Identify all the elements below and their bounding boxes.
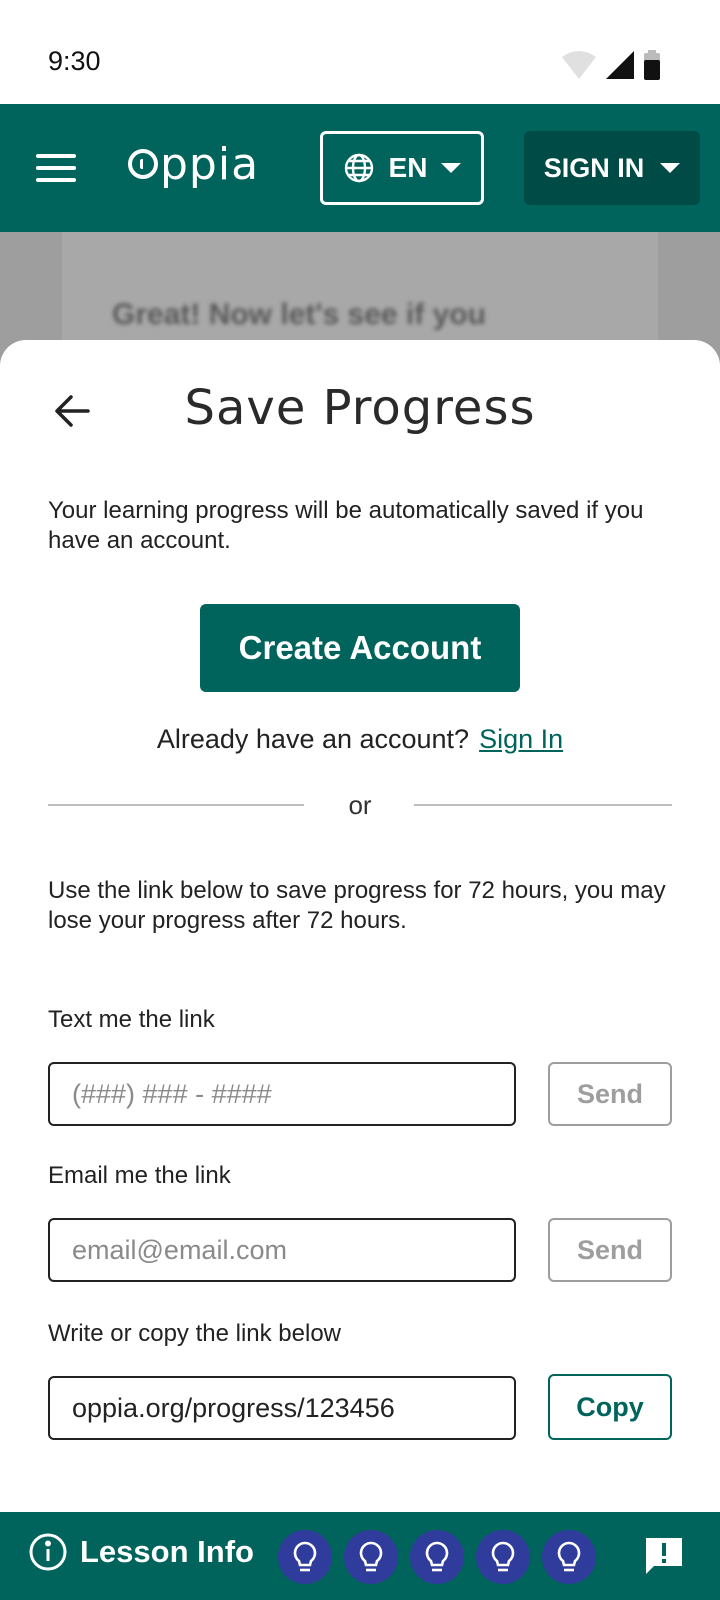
status-icons (562, 50, 660, 80)
hamburger-menu-icon[interactable] (36, 150, 76, 186)
hint-3-lightbulb-icon[interactable] (410, 1530, 464, 1584)
hint-2-lightbulb-icon[interactable] (344, 1530, 398, 1584)
feedback-icon[interactable] (642, 1534, 686, 1578)
lesson-footer: Lesson Info (0, 1512, 720, 1600)
copy-link-button[interactable]: Copy (548, 1374, 672, 1440)
signal-icon (606, 51, 634, 79)
sign-in-label: SIGN IN (543, 152, 645, 183)
lesson-card-text: Great! Now let's see if you (112, 298, 486, 331)
lesson-info-label: Lesson Info (80, 1534, 254, 1569)
copy-link-label: Write or copy the link below (48, 1320, 342, 1347)
sign-in-link[interactable]: Sign In (479, 724, 563, 754)
send-text-button[interactable]: Send (548, 1062, 672, 1126)
already-text: Already have an account? (156, 724, 470, 754)
globe-icon (344, 153, 373, 183)
status-bar: 9:30 (0, 0, 720, 104)
logo-text: ppia (160, 138, 260, 190)
phone-input[interactable] (48, 1062, 516, 1126)
chevron-down-icon (441, 163, 462, 173)
app-header: ppia EN SIGN IN (0, 104, 720, 232)
status-time: 9:30 (48, 46, 101, 76)
progress-link-input[interactable] (48, 1376, 516, 1440)
email-link-label: Email me the link (48, 1162, 231, 1189)
email-input[interactable] (48, 1218, 516, 1282)
create-account-button[interactable]: Create Account (200, 604, 520, 692)
save-progress-sheet: Save Progress Your learning progress wil… (0, 340, 720, 1512)
battery-icon (644, 50, 660, 80)
sign-in-button[interactable]: SIGN IN (524, 131, 700, 205)
sheet-title: Save Progress (184, 380, 536, 436)
info-icon (29, 1533, 67, 1571)
text-link-label: Text me the link (48, 1006, 215, 1033)
logo-mark (128, 149, 158, 179)
hint-5-lightbulb-icon[interactable] (542, 1530, 596, 1584)
intro-text: Your learning progress will be automatic… (48, 497, 644, 554)
language-label: EN (388, 152, 428, 183)
hint-4-lightbulb-icon[interactable] (476, 1530, 530, 1584)
chevron-down-icon (660, 163, 681, 173)
hint-1-lightbulb-icon[interactable] (278, 1530, 332, 1584)
link-note: Use the link below to save progress for … (48, 877, 666, 934)
already-have-account: Already have an account? Sign In (0, 724, 720, 755)
divider-right (414, 804, 672, 806)
language-selector[interactable]: EN (320, 131, 484, 205)
wifi-icon (562, 51, 596, 79)
lesson-info-button[interactable]: Lesson Info (28, 1532, 254, 1572)
send-email-button[interactable]: Send (548, 1218, 672, 1282)
oppia-logo[interactable]: ppia (128, 134, 259, 194)
